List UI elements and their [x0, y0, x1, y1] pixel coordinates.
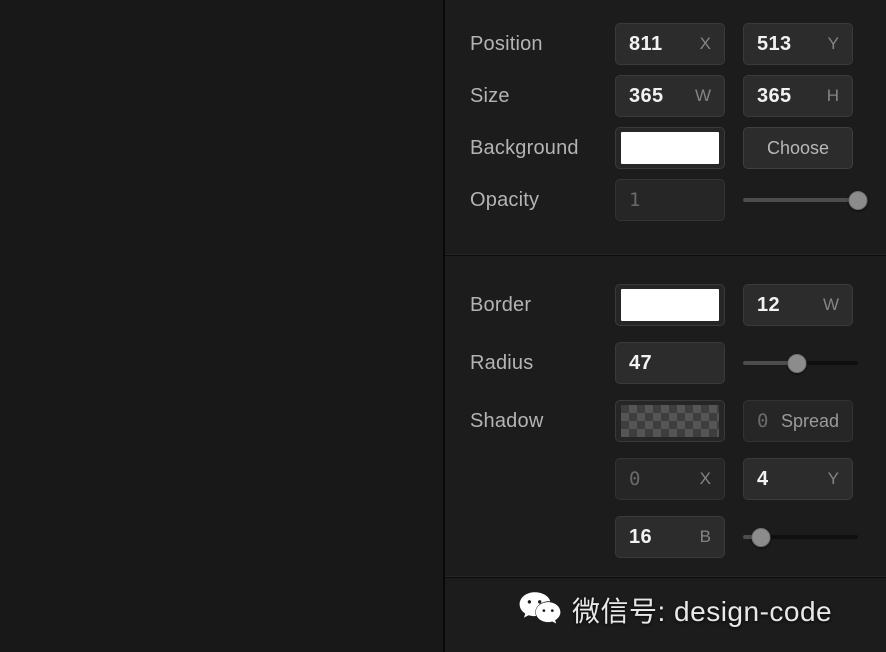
fields-background: Choose — [615, 127, 853, 169]
border-color-swatch[interactable] — [615, 284, 725, 326]
shadow-blur-slider[interactable] — [743, 516, 858, 558]
fields-border: 12 W — [615, 284, 853, 326]
section-style: Border 12 W Radius 47 Shadow 0 Spread 0 … — [445, 256, 886, 576]
shadow-offset-y-input[interactable]: 4 Y — [743, 458, 853, 500]
border-width-unit: W — [822, 295, 839, 314]
fields-size: 365 W 365 H — [615, 75, 853, 117]
label-radius: Radius — [470, 351, 534, 374]
row-shadow-offset: 0 X 4 Y — [445, 450, 886, 508]
fields-shadow-offset: 0 X 4 Y — [615, 458, 853, 500]
opacity-input[interactable]: 1 — [615, 179, 725, 221]
position-x-unit: X — [699, 34, 711, 53]
row-size: Size 365 W 365 H — [445, 70, 886, 122]
radius-slider-thumb[interactable] — [787, 353, 807, 373]
label-position: Position — [470, 32, 543, 55]
position-y-value: 513 — [757, 32, 792, 55]
label-opacity: Opacity — [470, 188, 540, 211]
shadow-offset-y-value: 4 — [757, 467, 769, 490]
row-position: Position 811 X 513 Y — [445, 18, 886, 70]
shadow-blur-slider-thumb[interactable] — [751, 527, 771, 547]
fields-shadow-blur: 16 B — [615, 516, 858, 558]
radius-input[interactable]: 47 — [615, 342, 725, 384]
shadow-color-swatch[interactable] — [615, 400, 725, 442]
label-shadow: Shadow — [470, 409, 544, 432]
shadow-offset-x-unit: X — [699, 469, 711, 488]
background-choose-button[interactable]: Choose — [743, 127, 853, 169]
app-root: Position 811 X 513 Y Size 365 W 365 H Ba… — [0, 0, 886, 652]
size-height-value: 365 — [757, 84, 792, 107]
fields-opacity: 1 — [615, 179, 868, 221]
label-size: Size — [470, 84, 510, 107]
opacity-slider[interactable] — [743, 179, 868, 221]
border-width-value: 12 — [757, 293, 781, 316]
background-color-swatch[interactable] — [615, 127, 725, 169]
fields-position: 811 X 513 Y — [615, 23, 853, 65]
row-radius: Radius 47 — [445, 334, 886, 392]
canvas-area[interactable] — [0, 0, 443, 652]
size-height-input[interactable]: 365 H — [743, 75, 853, 117]
shadow-offset-x-input[interactable]: 0 X — [615, 458, 725, 500]
shadow-offset-x-value: 0 — [629, 468, 641, 490]
size-width-input[interactable]: 365 W — [615, 75, 725, 117]
opacity-slider-thumb[interactable] — [848, 190, 868, 210]
radius-value: 47 — [629, 351, 653, 374]
background-color-fill — [621, 132, 719, 164]
border-width-input[interactable]: 12 W — [743, 284, 853, 326]
size-width-unit: W — [694, 86, 711, 105]
row-shadow-blur: 16 B — [445, 508, 886, 566]
border-color-fill — [621, 289, 719, 321]
shadow-blur-value: 16 — [629, 525, 653, 548]
shadow-blur-unit: B — [699, 527, 711, 546]
position-x-input[interactable]: 811 X — [615, 23, 725, 65]
row-background: Background Choose — [445, 122, 886, 174]
section-divider-2 — [445, 576, 886, 578]
inspector-panel: Position 811 X 513 Y Size 365 W 365 H Ba… — [445, 0, 886, 652]
shadow-offset-y-unit: Y — [827, 469, 839, 488]
shadow-blur-input[interactable]: 16 B — [615, 516, 725, 558]
label-background: Background — [470, 136, 579, 159]
position-y-input[interactable]: 513 Y — [743, 23, 853, 65]
row-shadow: Shadow 0 Spread — [445, 392, 886, 450]
row-border: Border 12 W — [445, 276, 886, 334]
fields-radius: 47 — [615, 342, 858, 384]
shadow-spread-unit: Spread — [780, 410, 839, 431]
size-height-unit: H — [826, 86, 839, 105]
section-layout: Position 811 X 513 Y Size 365 W 365 H Ba… — [445, 0, 886, 254]
position-x-value: 811 — [629, 32, 663, 55]
opacity-slider-fill — [743, 198, 858, 202]
shadow-spread-input[interactable]: 0 Spread — [743, 400, 853, 442]
transparency-checker-icon — [621, 405, 719, 437]
fields-shadow: 0 Spread — [615, 400, 853, 442]
opacity-value: 1 — [629, 189, 641, 211]
radius-slider[interactable] — [743, 342, 858, 384]
row-opacity: Opacity 1 — [445, 174, 886, 226]
size-width-value: 365 — [629, 84, 664, 107]
position-y-unit: Y — [827, 34, 839, 53]
shadow-spread-value: 0 — [757, 410, 769, 432]
label-border: Border — [470, 293, 532, 316]
